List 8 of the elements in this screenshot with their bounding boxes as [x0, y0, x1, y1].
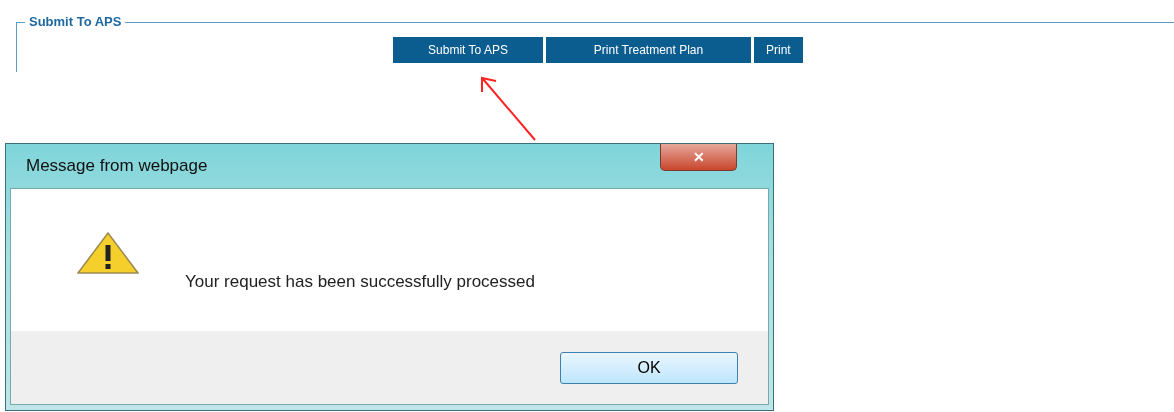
toolbar-button[interactable]: Print	[754, 37, 803, 63]
dialog-title: Message from webpage	[25, 155, 208, 178]
ok-button[interactable]: OK	[560, 351, 738, 384]
toolbar-button[interactable]: Submit To APS	[393, 37, 543, 63]
toolbar-button[interactable]: Print Treatment Plan	[546, 37, 751, 63]
dialog-message: Your request has been successfully processed	[185, 271, 535, 293]
annotation-arrow	[481, 76, 536, 141]
warning-icon	[77, 232, 139, 274]
